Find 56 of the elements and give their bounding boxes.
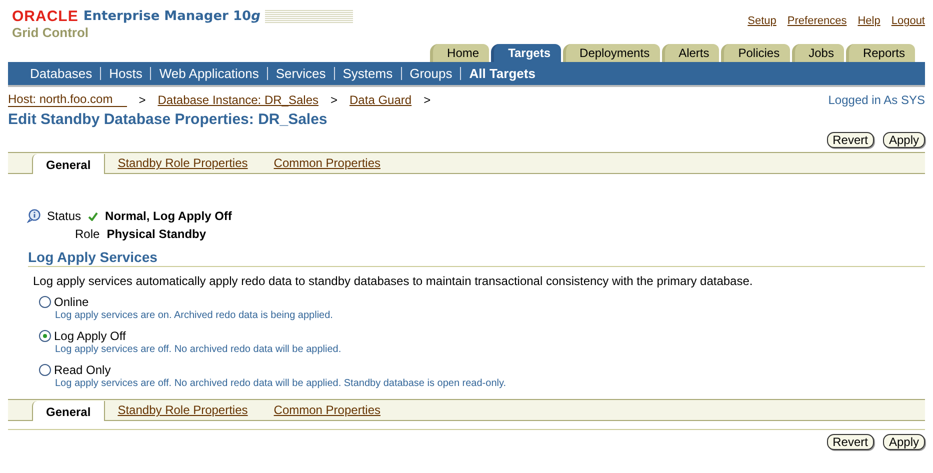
action-button[interactable]: Apply (882, 132, 925, 148)
breadcrumb-link[interactable]: Host: north.foo.com (8, 93, 127, 107)
nav-tab[interactable]: Deployments (562, 44, 660, 62)
product-name: Enterprise Manager 10g (83, 9, 260, 24)
page-tab[interactable]: General (32, 154, 105, 174)
breadcrumb-link[interactable]: Data Guard (350, 93, 412, 107)
nav-tab[interactable]: Home (430, 44, 490, 62)
breadcrumb-separator: > (424, 93, 431, 107)
radio-label: Read Only (54, 362, 111, 376)
action-button[interactable]: Apply (882, 434, 925, 450)
radio-label: Online (54, 294, 89, 308)
radio-button[interactable] (39, 330, 51, 342)
login-status: Logged in As SYS (828, 93, 925, 107)
page-tab[interactable]: Common Properties (260, 403, 394, 420)
nav-tab[interactable]: Reports (846, 44, 915, 62)
product-subtitle: Grid Control (12, 25, 90, 40)
field-label: Status (47, 209, 82, 223)
field-value: Normal, Log Apply Off (105, 209, 232, 223)
global-link[interactable]: Preferences (787, 15, 847, 44)
page-tab[interactable]: Common Properties (260, 156, 394, 173)
action-button[interactable]: Revert (826, 132, 874, 148)
global-link[interactable]: Help (858, 15, 880, 44)
info-icon[interactable] (27, 209, 41, 223)
nav-tab[interactable]: Jobs (792, 44, 844, 62)
subnav-link[interactable]: Databases (22, 67, 100, 80)
radio-button[interactable] (39, 364, 51, 376)
page-tab[interactable]: Standby Role Properties (104, 403, 261, 420)
subnav-link[interactable]: All Targets (460, 67, 544, 80)
radio-button[interactable] (39, 296, 51, 308)
nav-tab[interactable]: Alerts (662, 44, 720, 62)
subnav-link[interactable]: Services (266, 67, 334, 80)
global-link[interactable]: Setup (748, 15, 776, 44)
page-title: Edit Standby Database Properties: DR_Sales (7, 110, 328, 128)
nav-tab[interactable]: Targets (491, 44, 561, 62)
subnav-link[interactable]: Web Applications (150, 67, 267, 80)
breadcrumb-separator: > (138, 93, 146, 107)
action-button[interactable]: Revert (826, 434, 874, 450)
radio-label: Log Apply Off (54, 328, 126, 342)
subnav-link[interactable]: Systems (334, 67, 401, 80)
field-value: Physical Standby (106, 227, 206, 241)
option-hint: Log apply services are off. No archived redo data will be applied. (54, 344, 342, 357)
option-hint: Log apply services are off. No archived redo data will be applied. Standby database is open read-only. (54, 378, 508, 391)
breadcrumb-separator: > (330, 93, 338, 107)
breadcrumb-link[interactable]: Database Instance: DR_Sales (158, 93, 318, 107)
global-link[interactable]: Logout (891, 15, 925, 44)
checkmark-icon (88, 212, 98, 220)
subnav-link[interactable]: Groups (400, 67, 460, 80)
page-tab[interactable]: General (32, 401, 105, 421)
option-hint: Log apply services are on. Archived redo data is being applied. (54, 310, 334, 323)
page-tab[interactable]: Standby Role Properties (104, 156, 261, 173)
subnav-link[interactable]: Hosts (100, 67, 150, 80)
nav-tab[interactable]: Policies (721, 44, 790, 62)
field-label: Role (75, 227, 100, 241)
section-description: Log apply services automatically apply redo data to standby databases to maintain transactional consistency with the primary database. (32, 273, 754, 288)
section-heading: Log Apply Services (28, 249, 925, 267)
oracle-logo: ORACLE (12, 8, 78, 25)
